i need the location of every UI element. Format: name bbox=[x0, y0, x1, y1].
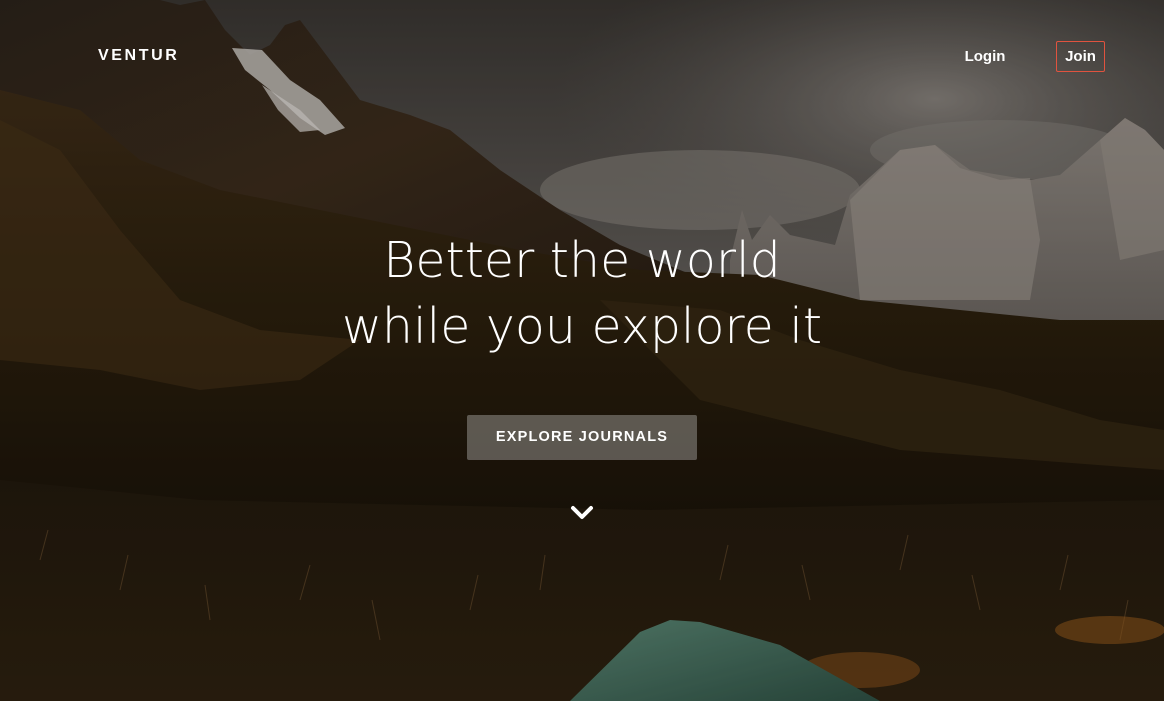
explore-journals-button[interactable]: EXPLORE JOURNALS bbox=[467, 415, 697, 460]
chevron-down-icon[interactable] bbox=[567, 500, 597, 526]
hero-section: VENTUR Login Join Better the world while… bbox=[0, 0, 1164, 701]
login-link[interactable]: Login bbox=[950, 41, 1020, 73]
hero-headline-line-1: Better the world bbox=[383, 232, 781, 289]
join-button[interactable]: Join bbox=[1056, 41, 1105, 72]
site-logo[interactable]: VENTUR bbox=[98, 47, 179, 65]
hero-headline-line-2: while you explore it bbox=[341, 298, 823, 355]
hero-headline: Better the world while you explore it bbox=[282, 228, 882, 360]
